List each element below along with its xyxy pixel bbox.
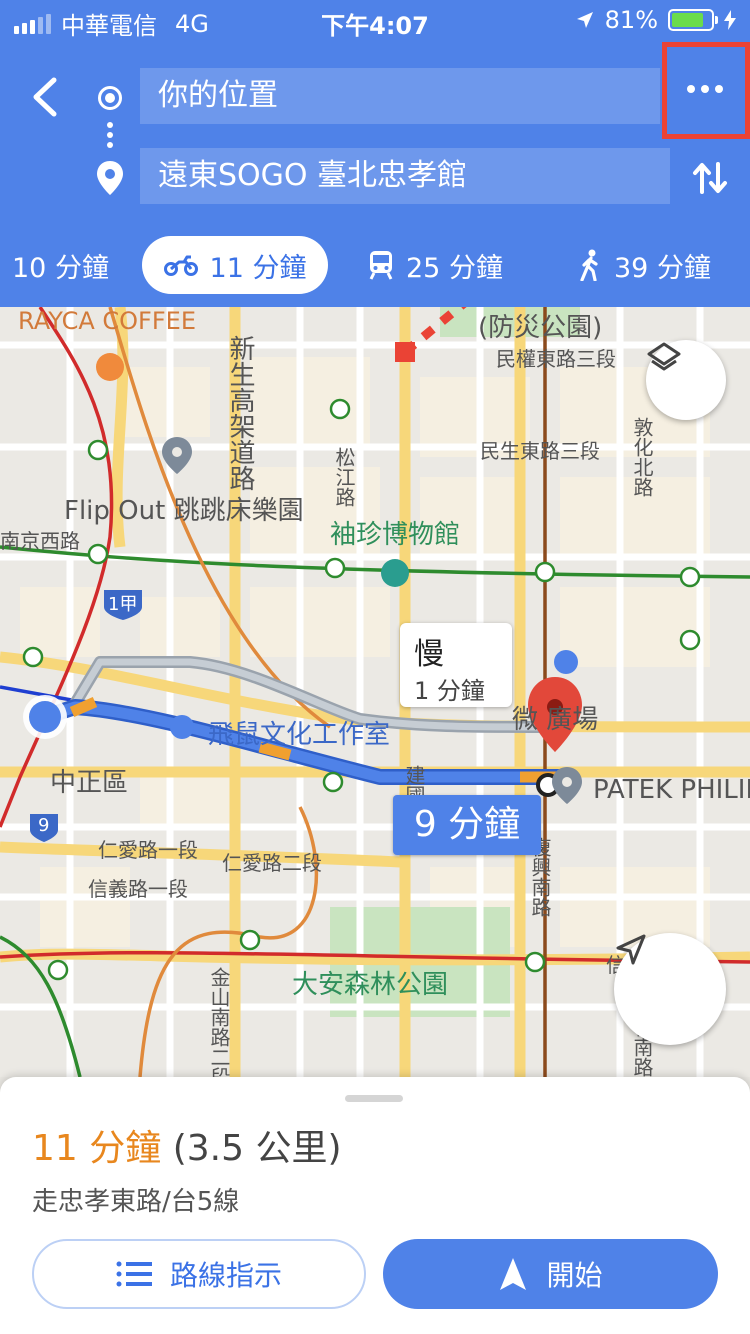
swap-icon[interactable] (690, 158, 730, 198)
mode-transit[interactable]: 25 分鐘 (368, 236, 503, 294)
battery-percent: 81% (604, 6, 658, 34)
motorcycle-icon (163, 255, 198, 276)
mode-motorcycle[interactable]: 11 分鐘 (142, 236, 328, 294)
destination-pin-icon (97, 161, 123, 195)
mode-car[interactable]: 10 分鐘 (12, 236, 109, 294)
more-options-icon (687, 85, 723, 93)
destination-field[interactable]: 遠東SOGO 臺北忠孝館 (140, 148, 670, 204)
map-label-xinyi1: 信義路一段 (88, 877, 188, 901)
list-icon (116, 1261, 152, 1287)
map-label-plaza: 微 廣場 (512, 705, 599, 735)
start-label: 開始 (546, 1259, 603, 1292)
slow-traffic-subtitle: 1 分鐘 (414, 677, 485, 705)
train-icon (369, 251, 393, 280)
route-summary-sheet[interactable]: 11 分鐘 (3.5 公里) 走忠孝東路/台5線 路線指示 開始 (0, 1077, 750, 1334)
map-label-flipout: Flip Out 跳跳床樂園 (64, 496, 304, 526)
travel-modes: 10 分鐘 11 分鐘 25 分鐘 39 分鐘 (0, 236, 750, 294)
drag-handle[interactable] (345, 1095, 403, 1102)
map-label-minquan: 民權東路三段 (496, 347, 616, 371)
map-label-minsheng: 民生東路三段 (480, 439, 600, 463)
mode-motorcycle-label: 11 分鐘 (209, 252, 307, 284)
location-arrow-icon (576, 12, 593, 28)
route-distance: (3.5 公里) (172, 1128, 342, 1169)
route-duration: 11 分鐘 (32, 1128, 162, 1169)
navigate-button[interactable] (614, 933, 726, 1045)
map-label-renai2: 仁愛路二段 (222, 851, 322, 875)
map-label-songjiang: 松江路 (332, 447, 356, 507)
charging-icon (724, 10, 736, 30)
mode-car-label: 10 分鐘 (12, 252, 109, 284)
navigation-arrow-icon (500, 1258, 527, 1290)
map-label-museum: 袖珍博物館 (330, 520, 461, 550)
current-location-icon (29, 701, 61, 733)
layers-icon (647, 342, 681, 371)
map-label-daan: 大安森林公園 (292, 970, 449, 1000)
map-view[interactable]: RAYCA COFFEE (防災公園) 民權東路三段 民生東路三段 新生高架道路… (0, 307, 750, 1077)
mode-walk-label: 39 分鐘 (614, 252, 711, 284)
origin-dot-icon (98, 86, 122, 110)
map-label-patek: PATEK PHILIPPE (593, 775, 750, 805)
origin-field[interactable]: 你的位置 (140, 68, 660, 124)
back-arrow-icon[interactable] (22, 70, 72, 124)
map-label-renai1: 仁愛路一段 (98, 838, 198, 862)
map-label-xinsheng: 新生高架道路 (225, 335, 255, 491)
route-via: 走忠孝東路/台5線 (32, 1187, 240, 1217)
navigate-arrow-icon (616, 934, 646, 965)
map-label-flying-rat: 飛鼠文化工作室 (208, 720, 391, 750)
route-shield-1: 1甲 (108, 594, 138, 615)
route-shield-9: 9 (38, 815, 50, 836)
slow-traffic-callout[interactable]: 慢 1 分鐘 (400, 623, 512, 707)
route-time-badge[interactable]: 9 分鐘 (393, 795, 541, 855)
route-summary: 11 分鐘 (3.5 公里) (32, 1119, 342, 1171)
map-label-park-north: (防災公園) (478, 313, 603, 343)
map-label-dunhua: 敦化北路 (630, 417, 654, 497)
map-label-rayca: RAYCA COFFEE (18, 307, 196, 335)
mode-transit-label: 25 分鐘 (406, 252, 503, 284)
slow-traffic-title: 慢 (414, 637, 444, 672)
layers-button[interactable] (646, 340, 726, 420)
walk-icon (580, 249, 598, 281)
mode-walk[interactable]: 39 分鐘 (578, 236, 711, 294)
more-options-button[interactable] (662, 42, 750, 139)
status-bar: 中華電信 4G 下午4:07 81% (0, 0, 750, 40)
map-label-jinshan: 金山南路二段 (207, 967, 231, 1077)
map-label-zhongzheng: 中正區 (50, 768, 129, 798)
start-button[interactable]: 開始 (383, 1239, 718, 1309)
map-label-nanjing: 南京西路 (0, 529, 80, 553)
route-connector (107, 122, 113, 148)
steps-button[interactable]: 路線指示 (32, 1239, 366, 1309)
directions-header: 你的位置 遠東SOGO 臺北忠孝館 10 分鐘 11 分鐘 25 分鐘 39 分… (0, 40, 750, 307)
battery-icon (668, 9, 718, 31)
steps-label: 路線指示 (169, 1259, 282, 1292)
